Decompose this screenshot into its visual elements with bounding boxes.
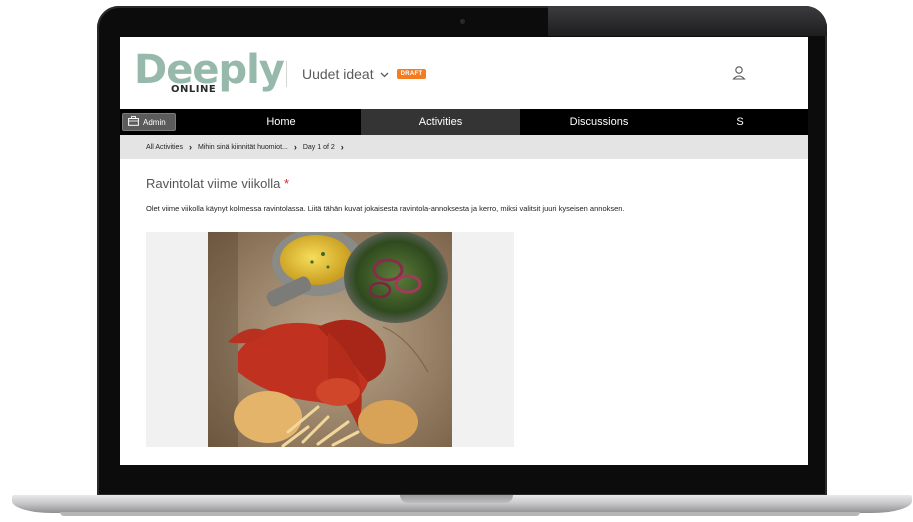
food-photo[interactable] [208,232,452,447]
project-selector[interactable]: Uudet ideat DRAFT [302,65,427,82]
admin-label: Admin [143,117,166,127]
lid-reflection [548,6,827,36]
briefcase-icon [128,116,139,128]
breadcrumb: All Activities › Mihin sinä kiinnität hu… [120,135,808,159]
user-icon[interactable] [732,65,746,81]
project-name: Uudet ideat [302,66,374,82]
laptop-foot [60,512,860,516]
activity-description: Olet viime viikolla käynyt kolmessa ravi… [146,204,625,213]
laptop-notch [400,495,513,503]
chevron-right-icon: › [340,142,344,152]
admin-button[interactable]: Admin [122,113,176,131]
logo[interactable]: Deeply ONLINE [134,47,285,101]
breadcrumb-all-activities[interactable]: All Activities [146,144,183,151]
tab-home[interactable]: Home [202,109,360,135]
activity-title-text: Ravintolat viime viikolla [146,176,281,191]
header-divider [286,61,287,87]
draft-badge: DRAFT [396,69,427,79]
uploaded-photo-container [146,232,514,447]
tab-activities[interactable]: Activities [361,109,520,135]
logo-subtitle: ONLINE [168,84,220,95]
breadcrumb-day[interactable]: Day 1 of 2 [303,144,335,151]
app-screen: Deeply ONLINE Uudet ideat DRAFT Admin Ho… [120,37,808,465]
chevron-right-icon: › [293,142,297,152]
chevron-down-icon [380,65,389,81]
required-marker: * [284,176,290,191]
activity-title: Ravintolat viime viikolla * [146,176,289,191]
tab-discussions[interactable]: Discussions [520,109,678,135]
chevron-right-icon: › [188,142,192,152]
webcam [460,19,465,24]
app-header: Deeply ONLINE Uudet ideat DRAFT [120,37,808,109]
breadcrumb-activity[interactable]: Mihin sinä kiinnität huomiot... [198,144,288,151]
tab-more[interactable]: S [730,109,750,135]
main-nav: Admin Home Activities Discussions S [120,109,808,135]
